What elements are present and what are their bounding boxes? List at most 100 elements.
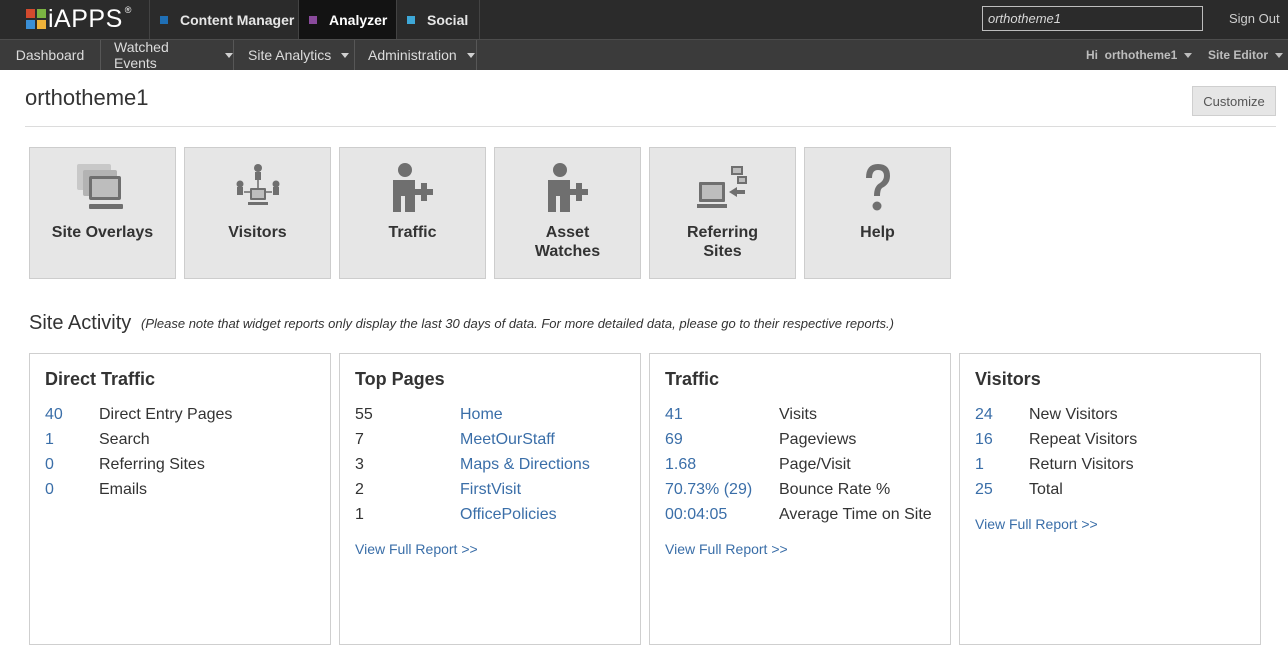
chevron-down-icon [466, 52, 475, 58]
row-value[interactable]: 0 [45, 481, 54, 499]
view-full-report-link[interactable]: View Full Report >> [665, 541, 788, 557]
page-link[interactable]: Maps & Directions [460, 456, 590, 474]
row-label: Visits [779, 406, 817, 423]
row-label: Return Visitors [1029, 456, 1134, 473]
tile-label-line: Watches [534, 243, 601, 260]
view-full-report-link[interactable]: View Full Report >> [975, 516, 1098, 532]
referring-sites-icon [650, 162, 795, 218]
tab-label: Content Manager [180, 11, 295, 28]
analyzer-icon [309, 15, 317, 24]
row-value[interactable]: 1 [975, 456, 984, 474]
chevron-down-icon [341, 52, 350, 58]
row-value: 1 [355, 506, 364, 523]
row-label: New Visitors [1029, 406, 1118, 423]
logo-registered-mark: ® [124, 5, 132, 15]
page-title: orthotheme1 [25, 85, 149, 110]
row-label: Direct Entry Pages [99, 406, 233, 423]
top-bar: iAPPS ® Content Manager Analyzer Social … [0, 0, 1288, 39]
row-value[interactable]: 69 [665, 431, 683, 449]
tile-label: Traffic [388, 224, 437, 241]
site-activity-title: Site Activity [29, 312, 132, 334]
tile-help[interactable]: Help [804, 147, 951, 279]
tile-label: Referring Sites [650, 223, 795, 261]
tab-divider [479, 0, 480, 39]
row-value[interactable]: 41 [665, 406, 683, 424]
row-value: 55 [355, 406, 373, 423]
row-label: Repeat Visitors [1029, 431, 1138, 448]
tile-label-line: Sites [703, 243, 742, 260]
row-value[interactable]: 00:04:05 [665, 506, 727, 524]
customize-button[interactable]: Customize [1192, 86, 1276, 116]
visitors-icon [185, 162, 330, 218]
tab-label: Social [427, 11, 469, 28]
row-value[interactable]: 40 [45, 406, 63, 424]
nav-site-analytics[interactable]: Site Analytics [234, 40, 355, 70]
logo-text: iAPPS [48, 5, 123, 33]
nav-label: Site Analytics [248, 47, 332, 63]
sign-out-link[interactable]: Sign Out [1229, 11, 1280, 26]
nav-watched-events[interactable]: Watched Events [101, 39, 234, 71]
widget-title: Visitors [975, 369, 1041, 389]
row-label: Total [1029, 481, 1063, 498]
widget-title: Direct Traffic [45, 369, 156, 389]
row-value[interactable]: 16 [975, 431, 993, 449]
widget-title: Top Pages [355, 369, 445, 389]
tab-social[interactable]: Social [397, 0, 479, 39]
site-overlays-icon [30, 162, 175, 218]
row-value[interactable]: 24 [975, 406, 993, 424]
nav-administration[interactable]: Administration [355, 40, 477, 70]
user-greeting: Hi orthotheme1 [1086, 48, 1178, 62]
chevron-down-icon [225, 52, 233, 58]
widget-top-pages: Top Pages 55 Home 7 MeetOurStaff 3 Maps … [339, 353, 641, 645]
sub-nav: Dashboard Watched Events Site Analytics … [0, 39, 1288, 71]
tile-label: Asset Watches [495, 223, 640, 261]
tab-content-manager[interactable]: Content Manager [150, 0, 298, 39]
traffic-icon [340, 162, 485, 218]
nav-dashboard[interactable]: Dashboard [0, 40, 101, 70]
site-activity-note: (Please note that widget reports only di… [141, 316, 894, 331]
widget-direct-traffic: Direct Traffic 40 Direct Entry Pages 1 S… [29, 353, 331, 645]
chevron-down-icon [1184, 52, 1193, 58]
row-label: Emails [99, 481, 148, 498]
tab-analyzer[interactable]: Analyzer [299, 0, 396, 39]
tile-site-overlays[interactable]: Site Overlays [29, 147, 176, 279]
user-menu[interactable]: Hi orthotheme1 [1086, 40, 1193, 70]
tile-referring-sites[interactable]: Referring Sites [649, 147, 796, 279]
tile-label-line: Referring [686, 224, 759, 241]
row-label: Search [99, 431, 150, 448]
content-manager-icon [160, 15, 168, 24]
page-link[interactable]: MeetOurStaff [460, 431, 555, 449]
iapps-logo[interactable]: iAPPS ® [26, 5, 132, 33]
help-icon [805, 162, 950, 218]
row-label: Average Time on Site [779, 506, 932, 523]
nav-label: Administration [368, 47, 457, 63]
row-value[interactable]: 70.73% (29) [665, 481, 752, 499]
tile-visitors[interactable]: Visitors [184, 147, 331, 279]
page-link[interactable]: FirstVisit [460, 481, 521, 499]
row-value[interactable]: 1.68 [665, 456, 696, 474]
role-menu[interactable]: Site Editor [1208, 40, 1284, 70]
chevron-down-icon [1275, 52, 1284, 58]
row-value[interactable]: 25 [975, 481, 993, 499]
social-icon [407, 15, 415, 24]
row-label: Page/Visit [779, 456, 851, 473]
nav-label: Dashboard [15, 47, 85, 63]
row-value[interactable]: 0 [45, 456, 54, 474]
tile-traffic[interactable]: Traffic [339, 147, 486, 279]
row-value: 7 [355, 431, 364, 448]
widget-title: Traffic [665, 369, 720, 389]
tab-label: Analyzer [329, 11, 388, 28]
row-value[interactable]: 1 [45, 431, 54, 449]
role-label: Site Editor [1208, 48, 1269, 62]
tile-label: Site Overlays [51, 224, 154, 241]
page-link[interactable]: Home [460, 406, 503, 424]
page-link[interactable]: OfficePolicies [460, 506, 557, 524]
nav-label: Watched Events [114, 39, 169, 71]
asset-watches-icon [495, 162, 640, 218]
row-value: 2 [355, 481, 364, 498]
search-input[interactable] [982, 6, 1203, 31]
tile-asset-watches[interactable]: Asset Watches [494, 147, 641, 279]
view-full-report-link[interactable]: View Full Report >> [355, 541, 478, 557]
logo-grid-icon [26, 9, 46, 29]
widget-visitors: Visitors 24 New Visitors 16 Repeat Visit… [959, 353, 1261, 645]
